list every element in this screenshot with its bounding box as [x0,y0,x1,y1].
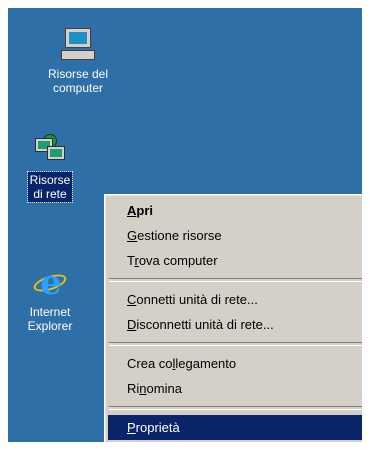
desktop-icon-label: Risorse del computer [47,67,109,95]
desktop-icon-label: Internet Explorer [27,305,73,333]
context-menu: Apri Gestione risorse Trova computer Con… [104,194,362,442]
menu-item-connetti-unita[interactable]: Connetti unità di rete... [108,287,362,312]
screenshot-frame: Risorse del computer Risorse di rete e I… [0,0,370,450]
menu-item-apri[interactable]: Apri [108,198,362,223]
internet-explorer-icon: e [31,266,69,300]
menu-separator [109,278,362,282]
menu-item-trova-computer[interactable]: Trova computer [108,248,362,273]
menu-item-disconnetti-unita[interactable]: Disconnetti unità di rete... [108,312,362,337]
desktop-icon-network[interactable]: Risorse di rete [12,134,88,203]
computer-icon [61,28,95,62]
menu-item-proprieta[interactable]: Proprietà [108,415,362,440]
menu-item-rinomina[interactable]: Rinomina [108,376,362,401]
network-neighborhood-icon [33,134,67,168]
menu-item-crea-collegamento[interactable]: Crea collegamento [108,351,362,376]
desktop[interactable]: Risorse del computer Risorse di rete e I… [8,8,362,442]
menu-item-gestione-risorse[interactable]: Gestione risorse [108,223,362,248]
desktop-icon-internet-explorer[interactable]: e Internet Explorer [12,266,88,334]
menu-separator [109,342,362,346]
desktop-icon-label: Risorse di rete [26,171,74,203]
menu-separator [109,406,362,410]
desktop-icon-my-computer[interactable]: Risorse del computer [40,28,116,96]
